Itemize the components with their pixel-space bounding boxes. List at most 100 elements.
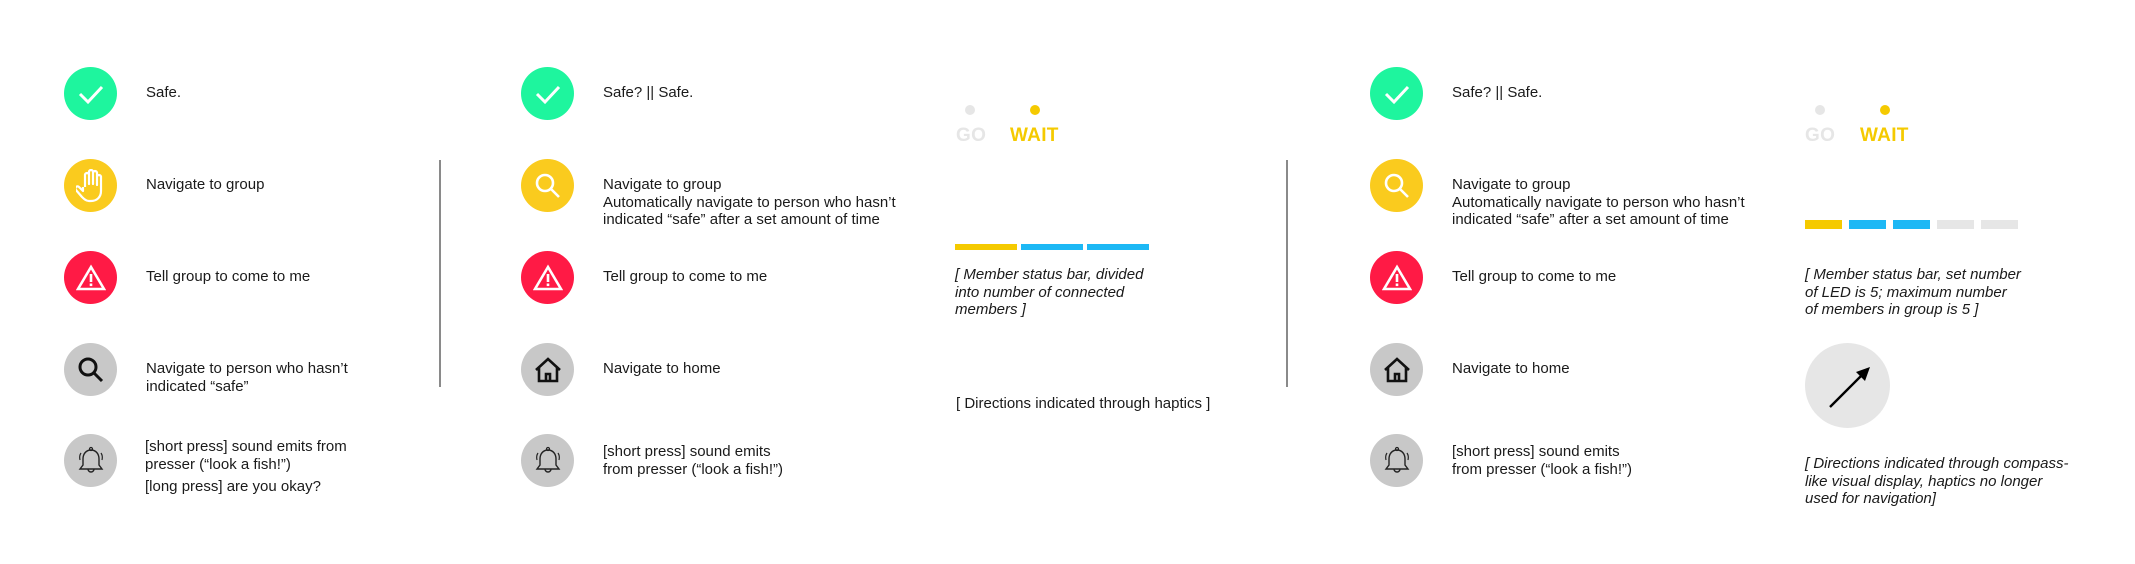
home-icon (1383, 356, 1410, 382)
row-label: [short press] sound emits from presser (… (145, 438, 347, 496)
label-line: indicated “safe” after a set amount of t… (603, 211, 880, 228)
row-label: Navigate to home (603, 360, 721, 378)
note-line: like visual display, haptics no longer (1805, 472, 2043, 490)
compass-display (1805, 343, 1890, 428)
home-button[interactable] (521, 343, 574, 396)
row-label: [short press] sound emits from presser (… (603, 443, 783, 478)
label-line: Automatically navigate to person who has… (603, 193, 896, 211)
navigate-group-button[interactable] (521, 159, 574, 212)
check-icon (1384, 85, 1409, 104)
label-line: Navigate to group (146, 176, 265, 193)
note-line: [ Member status bar, divided (955, 266, 1144, 283)
search-icon (535, 173, 560, 198)
status-bar-segment-off (1937, 220, 1974, 229)
status-bar-note: [ Member status bar, divided into number… (955, 266, 1143, 319)
warning-icon (1381, 263, 1412, 290)
column-divider (1286, 160, 1288, 387)
search-icon (1384, 173, 1409, 198)
bell-icon (1384, 446, 1409, 473)
note-line: into number of connected (955, 283, 1125, 301)
navigate-group-button[interactable] (1370, 159, 1423, 212)
sound-button[interactable] (521, 434, 574, 487)
label-line: Safe. (146, 84, 182, 101)
note-line: used for navigation] (1805, 490, 1936, 507)
label-line: [short press] sound emits (603, 443, 771, 460)
note-line: [ Directions indicated through compass- (1805, 455, 2069, 472)
bell-icon (535, 446, 560, 473)
status-bar-segment-blue (1849, 220, 1886, 229)
direction-note: [ Directions indicated through compass- … (1805, 455, 2068, 508)
row-label: Navigate to group Automatically navigate… (603, 176, 896, 229)
row-label: Safe? || Safe. (603, 84, 693, 102)
status-bar-segment-off (1981, 220, 2018, 229)
wait-led-label: WAIT (1860, 125, 1909, 146)
label-line: indicated “safe” (146, 377, 249, 395)
safe-button[interactable] (521, 67, 574, 120)
note-line: of members in group is 5 ] (1805, 301, 1979, 318)
status-bar-segment-blue (1021, 244, 1083, 250)
navigate-group-button[interactable] (64, 159, 117, 212)
wait-led-label: WAIT (1010, 125, 1059, 146)
row-label: Tell group to come to me (1452, 268, 1616, 286)
status-bar-segment-yellow (955, 244, 1017, 250)
label-line: Navigate to group (1452, 176, 1571, 193)
check-icon (78, 85, 103, 104)
check-icon (535, 85, 560, 104)
go-led-dot (1815, 105, 1825, 115)
sound-button[interactable] (64, 434, 117, 487)
row-label: Safe? || Safe. (1452, 84, 1542, 102)
wait-led-dot (1030, 105, 1040, 115)
safe-button[interactable] (1370, 67, 1423, 120)
row-label: Tell group to come to me (603, 268, 767, 286)
home-icon (534, 356, 561, 382)
label-line: Navigate to home (603, 360, 721, 377)
row-label: Safe. (146, 84, 181, 102)
come-to-me-button[interactable] (64, 251, 117, 304)
note-line: of LED is 5; maximum number (1805, 283, 2007, 301)
label-line: presser (“look a fish!”) (145, 455, 291, 473)
direction-note: [ Directions indicated through haptics ] (956, 395, 1211, 412)
label-line: [short press] sound emits from (145, 438, 347, 455)
status-bar-note: [ Member status bar, set number of LED i… (1805, 266, 2021, 319)
column-divider (439, 160, 441, 387)
long-press-label: [long press] are you okay? (145, 478, 321, 495)
search-icon (78, 357, 103, 382)
find-person-button[interactable] (64, 343, 117, 396)
label-line: Tell group to come to me (1452, 268, 1617, 285)
label-line: from presser (“look a fish!”) (603, 460, 784, 478)
hand-icon (75, 168, 102, 202)
label-line: Navigate to group (603, 176, 722, 193)
safe-button[interactable] (64, 67, 117, 120)
status-bar-segment-blue (1893, 220, 1930, 229)
status-bar-segment-blue (1087, 244, 1149, 250)
label-line: [short press] sound emits (1452, 443, 1620, 460)
wait-led-dot (1880, 105, 1890, 115)
row-label: Navigate to home (1452, 360, 1570, 378)
label-line: Safe? || Safe. (603, 84, 694, 101)
label-line: Tell group to come to me (603, 268, 768, 285)
status-bar-segment-yellow (1805, 220, 1842, 229)
label-line: Tell group to come to me (146, 268, 311, 285)
home-button[interactable] (1370, 343, 1423, 396)
come-to-me-button[interactable] (1370, 251, 1423, 304)
label-line: indicated “safe” after a set amount of t… (1452, 211, 1729, 228)
come-to-me-button[interactable] (521, 251, 574, 304)
label-line: from presser (“look a fish!”) (1452, 460, 1633, 478)
label-line: Safe? || Safe. (1452, 84, 1543, 101)
label-line: Navigate to home (1452, 360, 1570, 377)
row-label: Navigate to group Automatically navigate… (1452, 176, 1745, 229)
row-label: Tell group to come to me (146, 268, 310, 286)
label-line: Navigate to person who hasn’t (146, 360, 348, 377)
go-led-label: GO (1805, 125, 1836, 146)
row-label: Navigate to group (146, 176, 264, 194)
label-line: Automatically navigate to person who has… (1452, 193, 1745, 211)
go-led-dot (965, 105, 975, 115)
warning-icon (532, 263, 563, 290)
sound-button[interactable] (1370, 434, 1423, 487)
row-label: Navigate to person who hasn’t indicated … (146, 360, 348, 395)
arrow-north-east-icon (1829, 367, 1870, 408)
go-led-label: GO (956, 125, 987, 146)
bell-icon (78, 446, 103, 473)
row-label: [short press] sound emits from presser (… (1452, 443, 1632, 478)
note-line: [ Member status bar, set number (1805, 266, 2021, 283)
